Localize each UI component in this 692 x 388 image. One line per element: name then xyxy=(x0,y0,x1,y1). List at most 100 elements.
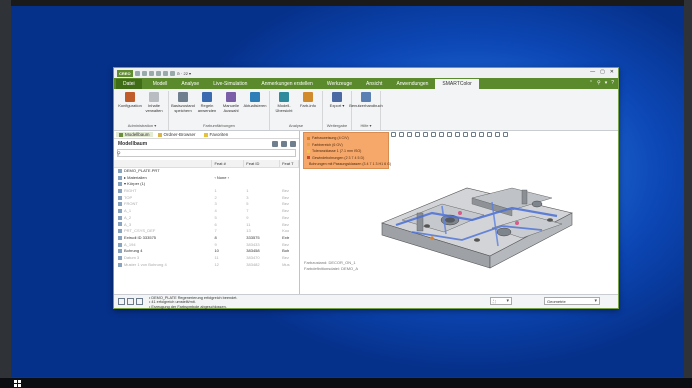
more-tools-icon[interactable] xyxy=(503,132,508,137)
collapse-ribbon-icon[interactable]: ⌃ xyxy=(589,80,593,86)
ribbon-button-basiszustand-speichern[interactable]: Basiszustand speichern xyxy=(171,91,195,122)
cell-feat: 12 xyxy=(214,261,219,267)
options-dropdown-icon[interactable]: ▾ xyxy=(605,80,608,86)
demo-plate-3d-model[interactable] xyxy=(372,168,582,278)
ribbon-button-farb-info[interactable]: Farb-info xyxy=(297,91,319,122)
undo-icon[interactable] xyxy=(155,70,161,76)
table-row[interactable]: Muster 1 von Bohrung 4 12 383482 Mus xyxy=(114,262,299,269)
smart-select-icon-dropdown[interactable]: ⛶ xyxy=(490,297,512,305)
table-row[interactable]: ▾ Körper (1) xyxy=(114,181,299,188)
column-feat-type[interactable]: Feat T xyxy=(280,160,299,167)
appearance-icon[interactable] xyxy=(479,132,484,137)
repaint-icon[interactable] xyxy=(415,132,420,137)
column-feat-num[interactable]: Feat # xyxy=(212,160,245,167)
table-row[interactable]: ▸ Materialien ‹ None › xyxy=(114,175,299,182)
regenerate-icon[interactable] xyxy=(169,70,175,76)
ribbon-button-benutzerhandbuch[interactable]: Benutzerhandbuch xyxy=(349,91,383,122)
minimize-button[interactable]: — xyxy=(590,69,595,75)
windows-start-icon[interactable] xyxy=(14,380,22,387)
selection-filter-dropdown[interactable]: Geometrie xyxy=(544,297,600,305)
tab-modell[interactable]: Modell xyxy=(146,79,175,89)
spin-center-icon[interactable] xyxy=(455,132,460,137)
table-row[interactable]: A_3 6 11 Bez xyxy=(114,222,299,229)
tab-datei[interactable]: Datei xyxy=(116,79,142,89)
cell-name: DEMO_PLATE.PRT xyxy=(114,168,212,175)
column-feat-id[interactable]: Feat ID xyxy=(244,160,281,167)
table-row[interactable]: Datum 3 11 383470 Bez xyxy=(114,255,299,262)
ribbon-group-label[interactable]: Farbumfärbungen xyxy=(172,122,266,130)
feature-icon xyxy=(118,255,122,260)
zoom-out-icon[interactable] xyxy=(407,132,412,137)
toggle-navigator-icon[interactable] xyxy=(118,298,125,305)
zoom-in-icon[interactable] xyxy=(399,132,404,137)
search-icon[interactable]: ⚲ xyxy=(597,80,601,86)
save-icon[interactable] xyxy=(148,70,154,76)
cell-type: Bez xyxy=(282,194,289,200)
display-style-icon[interactable] xyxy=(423,132,428,137)
tab-modellbaum[interactable]: Modellbaum xyxy=(116,132,153,137)
tree-settings-icon[interactable] xyxy=(272,141,278,147)
tab-anwendungen[interactable]: Anwendungen xyxy=(389,79,435,89)
table-row[interactable]: PRT_CSYS_DEF 7 13 Koo xyxy=(114,228,299,235)
ribbon-controls: ⌃ ⚲ ▾ ? xyxy=(589,80,614,86)
graphics-area[interactable]: Farbzuweisung (4 C/V) Farbbereich (6 GV) T… xyxy=(301,131,618,294)
tab-ordner-browser[interactable]: Ordner-Browser xyxy=(155,132,199,137)
maximize-button[interactable]: ▢ xyxy=(600,69,605,75)
ribbon-button-manuelle-auswahl[interactable]: Manuelle Auswahl xyxy=(220,91,242,122)
datum-display-icon[interactable] xyxy=(439,132,444,137)
ribbon-group-label[interactable]: Weitergabe xyxy=(326,122,348,130)
ribbon-button-aktualisieren[interactable]: Aktualisieren xyxy=(244,91,266,122)
legend-item[interactable]: Bohrungen mit Passungsklassen (3 4 7 1 3… xyxy=(307,161,391,168)
tree-filter-icon[interactable] xyxy=(281,141,287,147)
table-row[interactable]: TOP 2 3 Bez xyxy=(114,195,299,202)
redo-icon[interactable] xyxy=(162,70,168,76)
pause-icon[interactable] xyxy=(495,132,500,137)
ribbon-button-modell-übersicht[interactable]: Modell-Übersicht xyxy=(273,91,295,122)
tab-anmerkungen-erstellen[interactable]: Anmerkungen erstellen xyxy=(254,79,319,89)
ribbon-button-label: Aktualisieren xyxy=(243,103,267,108)
tree-columns-icon[interactable] xyxy=(290,141,296,147)
column-name[interactable] xyxy=(114,160,213,167)
full-screen-icon[interactable] xyxy=(136,298,143,305)
table-row[interactable]: RIGHT 1 1 Bez xyxy=(114,188,299,195)
table-row[interactable]: DEMO_PLATE.PRT xyxy=(114,168,299,175)
feature-icon xyxy=(118,242,122,247)
perspective-icon[interactable] xyxy=(487,132,492,137)
model-tree-filter-input[interactable]: ⚲ xyxy=(117,149,296,157)
section-icon[interactable] xyxy=(471,132,476,137)
saved-views-icon[interactable] xyxy=(431,132,436,137)
view-manager-icon[interactable] xyxy=(463,132,468,137)
table-row[interactable]: Extrudi ID 333575 8 333575 Extr xyxy=(114,235,299,242)
ribbon-button-konfiguration[interactable]: Konfiguration xyxy=(118,91,142,122)
ribbon-group-label[interactable]: Analyse xyxy=(273,122,319,130)
tab-favoriten[interactable]: Favoriten xyxy=(201,132,232,137)
ribbon-button-regeln-anwenden[interactable]: Regeln anwenden xyxy=(196,91,218,122)
ribbon-button-export-[interactable]: Export ▾ xyxy=(326,91,348,122)
open-file-icon[interactable] xyxy=(141,70,147,76)
toggle-browser-icon[interactable] xyxy=(127,298,134,305)
table-row[interactable]: Bohrung 4 10 383458 Boh xyxy=(114,248,299,255)
table-row[interactable]: A_2 5 9 Bez xyxy=(114,215,299,222)
ribbon-group-label[interactable]: Hilfe ▾ xyxy=(355,122,377,130)
new-file-icon[interactable] xyxy=(134,70,140,76)
feature-icon xyxy=(118,209,122,214)
table-row[interactable]: A_194 9 383433 Bez xyxy=(114,242,299,249)
tab-ansicht[interactable]: Ansicht xyxy=(359,79,389,89)
ribbon-group-label[interactable]: Administration ▾ xyxy=(119,122,165,130)
cell-id: 1 xyxy=(246,188,249,194)
tab-live-simulation[interactable]: Live-Simulation xyxy=(206,79,254,89)
creo-application-window: CREO ⊙ · 22 ▾ — ▢ ✕ Datei Modell Analyse Li… xyxy=(113,67,619,309)
help-icon[interactable]: ? xyxy=(611,80,614,86)
annotation-display-icon[interactable] xyxy=(447,132,452,137)
table-row[interactable]: A_1 4 7 Bez xyxy=(114,208,299,215)
feature-icon xyxy=(118,189,122,193)
refit-icon[interactable] xyxy=(391,132,396,137)
cell-name: A_194 xyxy=(114,242,212,249)
close-button[interactable]: ✕ xyxy=(610,69,614,75)
tab-analyse[interactable]: Analyse xyxy=(174,79,206,89)
ribbon-button-inhalte-verwalten[interactable]: Inhalte verwalten xyxy=(143,91,165,122)
ribbon-group: Benutzerhandbuch Hilfe ▾ xyxy=(349,91,383,130)
tab-werkzeuge[interactable]: Werkzeuge xyxy=(320,79,359,89)
tab-smartcolor[interactable]: SMARTColor xyxy=(435,79,479,89)
table-row[interactable]: FRONT 3 5 Bez xyxy=(114,201,299,208)
